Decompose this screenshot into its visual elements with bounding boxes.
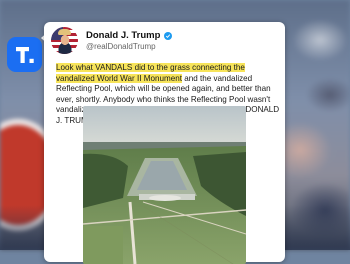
- post-card: Donald J. Trump @realDonaldTrump Look wh…: [44, 22, 285, 264]
- truth-social-logo-icon: [7, 37, 42, 72]
- author-name[interactable]: Donald J. Trump: [86, 30, 160, 41]
- aerial-reflecting-pool-photo[interactable]: [83, 106, 246, 264]
- author-row: Donald J. Trump: [86, 30, 173, 41]
- verified-badge-icon: [164, 31, 173, 40]
- avatar[interactable]: [51, 27, 78, 54]
- author-handle[interactable]: @realDonaldTrump: [86, 42, 156, 51]
